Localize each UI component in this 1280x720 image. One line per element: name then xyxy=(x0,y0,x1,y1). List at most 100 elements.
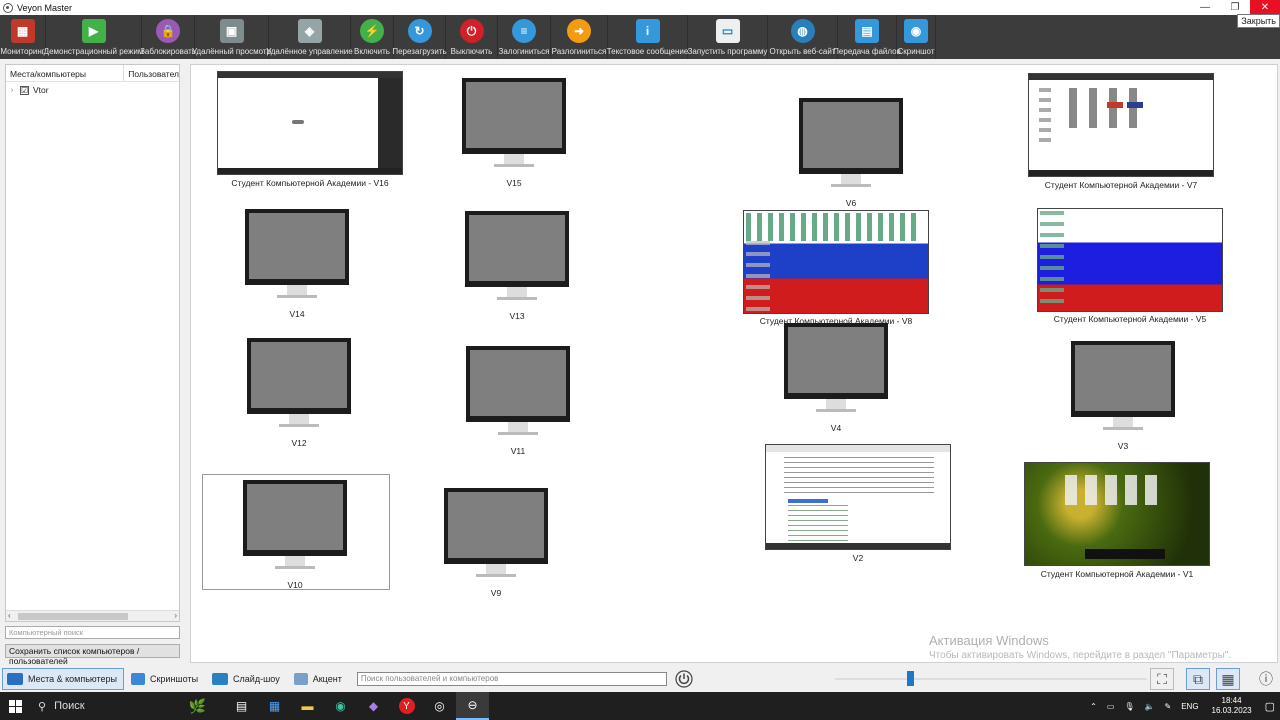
yandex-app-button[interactable]: Y xyxy=(390,692,423,720)
monitor-icon xyxy=(243,480,347,556)
tree-column-users[interactable]: Пользовател xyxy=(124,65,179,81)
computer-tile-v6[interactable]: V6 xyxy=(799,98,903,208)
computer-tile-v3[interactable]: V3 xyxy=(1071,341,1175,451)
tile-label: V3 xyxy=(1117,441,1129,451)
computer-search-input[interactable]: Компьютерный поиск xyxy=(5,626,180,639)
visual-studio-icon: ◆ xyxy=(368,699,379,713)
scroll-left-icon[interactable]: ‹ xyxy=(8,611,11,620)
monitor-icon xyxy=(465,211,569,287)
computer-tile-v9[interactable]: V9 xyxy=(444,488,548,598)
bottom-bar: Места & компьютеры Скриншоты Слайд-шоу А… xyxy=(0,666,1280,692)
minimize-button[interactable]: — xyxy=(1190,0,1220,15)
tab-computers[interactable]: Места & компьютеры xyxy=(2,668,124,690)
computer-tile-v5[interactable]: Студент Компьютерной Академии - V5 xyxy=(1037,208,1223,324)
grid-view-button[interactable]: ▦ xyxy=(1216,668,1240,690)
volume-icon[interactable]: 🔈 xyxy=(1145,702,1155,711)
tile-label: V13 xyxy=(509,311,525,321)
store-app-button[interactable]: ▦ xyxy=(258,692,291,720)
open-website-button[interactable]: ◍ Открыть веб-сайт xyxy=(768,15,838,59)
clock[interactable]: 18:44 16.03.2023 xyxy=(1212,696,1252,716)
spotlight-icon xyxy=(293,673,308,685)
explorer-app-button[interactable]: ▬ xyxy=(291,692,324,720)
tile-label: V2 xyxy=(852,553,864,563)
tree-horizontal-scrollbar[interactable]: ‹ › xyxy=(6,610,179,621)
power-off-button[interactable]: ⏻ Выключить xyxy=(446,15,498,59)
resize-icon: ⧉ xyxy=(1193,670,1203,687)
run-program-button[interactable]: ▭ Запустить программу xyxy=(688,15,768,59)
veyon-app-button[interactable]: ⊖ xyxy=(456,692,489,720)
toolbar-label: Выключить xyxy=(450,47,493,56)
scrollbar-thumb[interactable] xyxy=(18,613,128,620)
notifications-icon[interactable]: ▢ xyxy=(1265,700,1275,713)
about-button[interactable]: ⓘ xyxy=(1254,668,1278,690)
computer-tile-v8[interactable]: Студент Компьютерной Академии - V8 xyxy=(743,210,929,326)
remote-control-button[interactable]: ◈ Удалённое управление xyxy=(266,15,353,59)
lock-button[interactable]: 🔒 Заблокировать xyxy=(140,15,196,59)
computer-tree[interactable]: Места/компьютеры Пользовател › ☑ Vtor ‹ … xyxy=(5,64,180,622)
computer-monitoring-area: Студент Компьютерной Академии - V16 V15 … xyxy=(190,64,1278,663)
login-button[interactable]: ≡ Залогиниться xyxy=(498,15,551,59)
pen-icon[interactable]: ✎ xyxy=(1165,702,1172,711)
toolbar-label: Открыть веб-сайт xyxy=(769,47,836,56)
microphone-icon[interactable]: 🎙 xyxy=(1124,702,1134,711)
user-search-input[interactable]: Поиск пользователей и компьютеров xyxy=(356,672,667,686)
task-view-button[interactable]: ▤ xyxy=(225,692,258,720)
zoom-slider-handle[interactable] xyxy=(906,671,914,686)
tab-screenshots[interactable]: Скриншоты xyxy=(126,668,205,690)
tab-slideshow[interactable]: Слайд-шоу xyxy=(207,668,287,690)
computer-tile-v16[interactable]: Студент Компьютерной Академии - V16 xyxy=(217,71,403,188)
computer-tile-v4[interactable]: V4 xyxy=(784,323,888,433)
taskbar-search[interactable]: ⚲ Поиск xyxy=(30,692,170,720)
computer-tile-v7[interactable]: Студент Компьютерной Академии - V7 xyxy=(1028,73,1214,190)
computer-tile-v15[interactable]: V15 xyxy=(462,78,566,188)
power-icon xyxy=(675,670,693,688)
message-button[interactable]: i Текстовое сообщение xyxy=(606,15,689,59)
maximize-button[interactable]: ❐ xyxy=(1220,0,1250,15)
zoom-slider[interactable] xyxy=(835,678,1147,680)
computer-tile-v1[interactable]: Студент Компьютерной Академии - V1 xyxy=(1024,462,1210,579)
start-button[interactable] xyxy=(0,692,30,720)
remote-view-button[interactable]: ▣ Удалённый просмотр xyxy=(192,15,271,59)
computer-tile-v2[interactable]: V2 xyxy=(765,444,951,563)
screen-thumbnail xyxy=(1024,462,1210,566)
computer-tile-v12[interactable]: V12 xyxy=(247,338,351,448)
computer-tile-v13[interactable]: V13 xyxy=(465,211,569,321)
edge-app-button[interactable]: ◉ xyxy=(324,692,357,720)
file-transfer-button[interactable]: ▤ Передача файлов xyxy=(833,15,901,59)
tile-label: Студент Компьютерной Академии - V1 xyxy=(1040,569,1194,579)
monitor-icon xyxy=(444,488,548,564)
logout-button[interactable]: ➜ Разлогиниться xyxy=(551,15,608,59)
monitoring-button[interactable]: ▦ Мониторинг xyxy=(0,15,46,59)
search-label: Поиск xyxy=(54,700,85,712)
obs-app-button[interactable]: ◎ xyxy=(423,692,456,720)
checkbox-icon[interactable]: ☑ xyxy=(20,85,29,95)
demo-button[interactable]: ▶ Демонстрационный режим xyxy=(44,15,143,59)
scroll-right-icon[interactable]: › xyxy=(174,611,177,620)
reboot-button[interactable]: ↻ Перезагрузить xyxy=(392,15,447,59)
windows-logo-icon xyxy=(8,699,22,713)
tab-spotlight[interactable]: Акцент xyxy=(289,668,349,690)
remote-control-icon: ◈ xyxy=(297,19,322,43)
toolbar-label: Разлогиниться xyxy=(551,47,607,56)
computer-tile-v11[interactable]: V11 xyxy=(466,346,570,456)
power-on-button[interactable]: ⚡ Включить xyxy=(351,15,394,59)
grid-icon: ▦ xyxy=(10,19,35,43)
computer-tile-v10[interactable]: V10 xyxy=(243,480,347,590)
tree-item-vtor[interactable]: › ☑ Vtor xyxy=(6,84,179,96)
tray-chevron-icon[interactable]: ⌃ xyxy=(1090,702,1097,711)
monitor-icon xyxy=(247,338,351,414)
visual-studio-app-button[interactable]: ◆ xyxy=(357,692,390,720)
tree-column-places[interactable]: Места/компьютеры xyxy=(6,65,125,81)
close-button[interactable]: ✕ xyxy=(1250,0,1280,15)
auto-adjust-button[interactable]: ⧉ xyxy=(1186,668,1210,690)
network-icon[interactable]: ▭ xyxy=(1107,702,1115,711)
language-indicator[interactable]: ENG xyxy=(1181,702,1198,711)
fit-window-button[interactable]: ⛶ xyxy=(1150,668,1174,690)
tile-label: V12 xyxy=(291,438,307,448)
expand-arrow-icon[interactable]: › xyxy=(11,87,20,94)
computer-tile-v14[interactable]: V14 xyxy=(245,209,349,319)
toolbar-label: Текстовое сообщение xyxy=(606,47,689,56)
save-computer-list-button[interactable]: Сохранить список компьютеров / пользоват… xyxy=(5,644,180,666)
screenshot-button[interactable]: ◉ Скриншот xyxy=(897,15,936,59)
power-button[interactable] xyxy=(673,668,695,690)
